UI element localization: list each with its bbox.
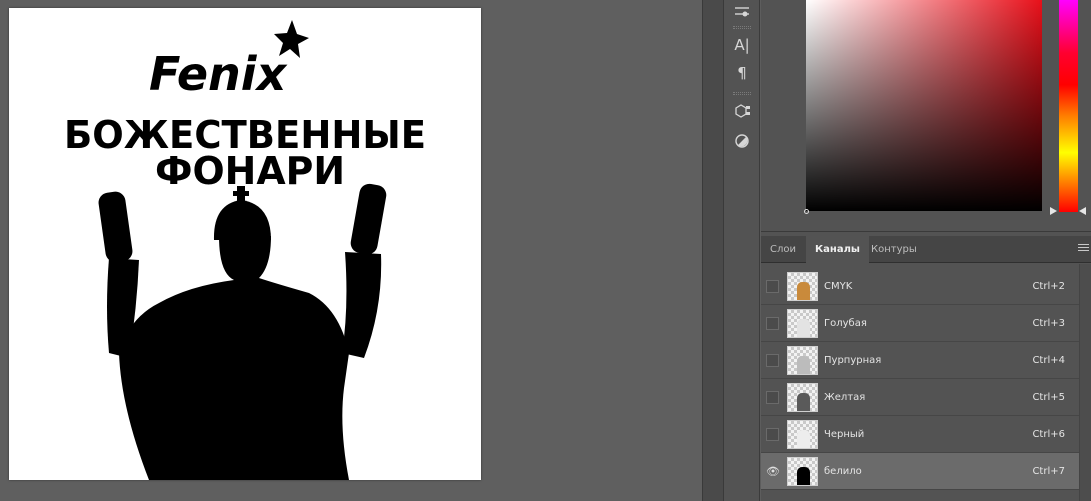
paragraph-glyph: ¶ [737, 64, 747, 82]
channel-thumbnail [787, 309, 818, 338]
channel-thumbnail [787, 383, 818, 412]
document-canvas[interactable]: Fenix БОЖЕСТВЕННЫЕ ФОНАРИ [9, 8, 481, 480]
paragraph-icon[interactable]: ¶ [730, 62, 754, 84]
channel-shortcut: Ctrl+5 [1032, 392, 1065, 403]
tab-channels[interactable]: Каналы [806, 236, 869, 263]
thumbnail-figure [797, 319, 810, 337]
channel-row[interactable]: Черный Ctrl+6 [761, 416, 1079, 453]
channel-shortcut: Ctrl+3 [1032, 318, 1065, 329]
channel-shortcut: Ctrl+4 [1032, 355, 1065, 366]
visibility-toggle[interactable] [766, 280, 779, 293]
panel-menu-icon[interactable] [1078, 244, 1089, 254]
channel-name: Пурпурная [824, 355, 882, 366]
hue-marker-left[interactable] [1050, 207, 1057, 215]
visibility-toggle[interactable] [766, 391, 779, 404]
channel-thumbnail [787, 346, 818, 375]
color-picker-panel [761, 0, 1091, 232]
channel-thumbnail [787, 420, 818, 449]
thumbnail-figure [797, 393, 810, 411]
character-icon[interactable]: A| [730, 34, 754, 56]
channel-name: Голубая [824, 318, 867, 329]
channel-thumbnail [787, 457, 818, 486]
channel-shortcut: Ctrl+7 [1032, 466, 1065, 477]
visibility-toggle[interactable] [766, 354, 779, 367]
color-marker[interactable] [804, 209, 809, 214]
channel-name: белило [824, 466, 862, 477]
panel-icon-dock: A| ¶ [724, 0, 760, 501]
channel-row-selected[interactable]: 👁 белило Ctrl+7 [761, 453, 1079, 490]
tab-layers[interactable]: Слои [761, 236, 805, 263]
channel-row[interactable]: Голубая Ctrl+3 [761, 305, 1079, 342]
right-panel: Слои Каналы Контуры CMYK Ctrl+2 Голубая … [761, 0, 1091, 501]
channel-row[interactable]: Желтая Ctrl+5 [761, 379, 1079, 416]
channel-row[interactable]: Пурпурная Ctrl+4 [761, 342, 1079, 379]
panel-tabs: Слои Каналы Контуры [761, 236, 1091, 263]
thumbnail-figure [797, 282, 810, 300]
channel-name: CMYK [824, 281, 853, 292]
priest-silhouette [98, 183, 387, 480]
canvas-artwork: Fenix БОЖЕСТВЕННЫЕ ФОНАРИ [64, 20, 426, 480]
contrast-icon[interactable] [730, 130, 754, 152]
eye-icon[interactable]: 👁 [766, 465, 780, 478]
thumbnail-figure [797, 467, 810, 485]
panel-divider[interactable] [702, 0, 724, 501]
visibility-toggle[interactable] [766, 428, 779, 441]
saturation-value-field[interactable] [806, 0, 1042, 211]
headline-line2: ФОНАРИ [155, 149, 345, 193]
thumbnail-figure [797, 356, 810, 374]
channel-name: Желтая [824, 392, 866, 403]
channel-shortcut: Ctrl+2 [1032, 281, 1065, 292]
visibility-toggle[interactable] [766, 317, 779, 330]
adjust-icon[interactable] [730, 0, 754, 22]
channel-name: Черный [824, 429, 865, 440]
channels-list: CMYK Ctrl+2 Голубая Ctrl+3 Пурпурная Ctr… [761, 264, 1079, 501]
logo-text: Fenix [149, 47, 288, 101]
dock-separator [733, 92, 751, 95]
channels-scrollbar[interactable] [1079, 264, 1091, 501]
canvas-workspace[interactable]: Fenix БОЖЕСТВЕННЫЕ ФОНАРИ [0, 0, 702, 501]
hue-slider[interactable] [1059, 0, 1078, 212]
channel-shortcut: Ctrl+6 [1032, 429, 1065, 440]
dock-separator [733, 26, 751, 29]
3d-icon[interactable] [730, 100, 754, 122]
channel-thumbnail [787, 272, 818, 301]
tab-paths[interactable]: Контуры [862, 236, 926, 263]
channel-row[interactable]: CMYK Ctrl+2 [761, 268, 1079, 305]
character-glyph: A| [734, 36, 750, 54]
hue-marker-right[interactable] [1079, 207, 1086, 215]
thumbnail-figure [797, 430, 810, 448]
